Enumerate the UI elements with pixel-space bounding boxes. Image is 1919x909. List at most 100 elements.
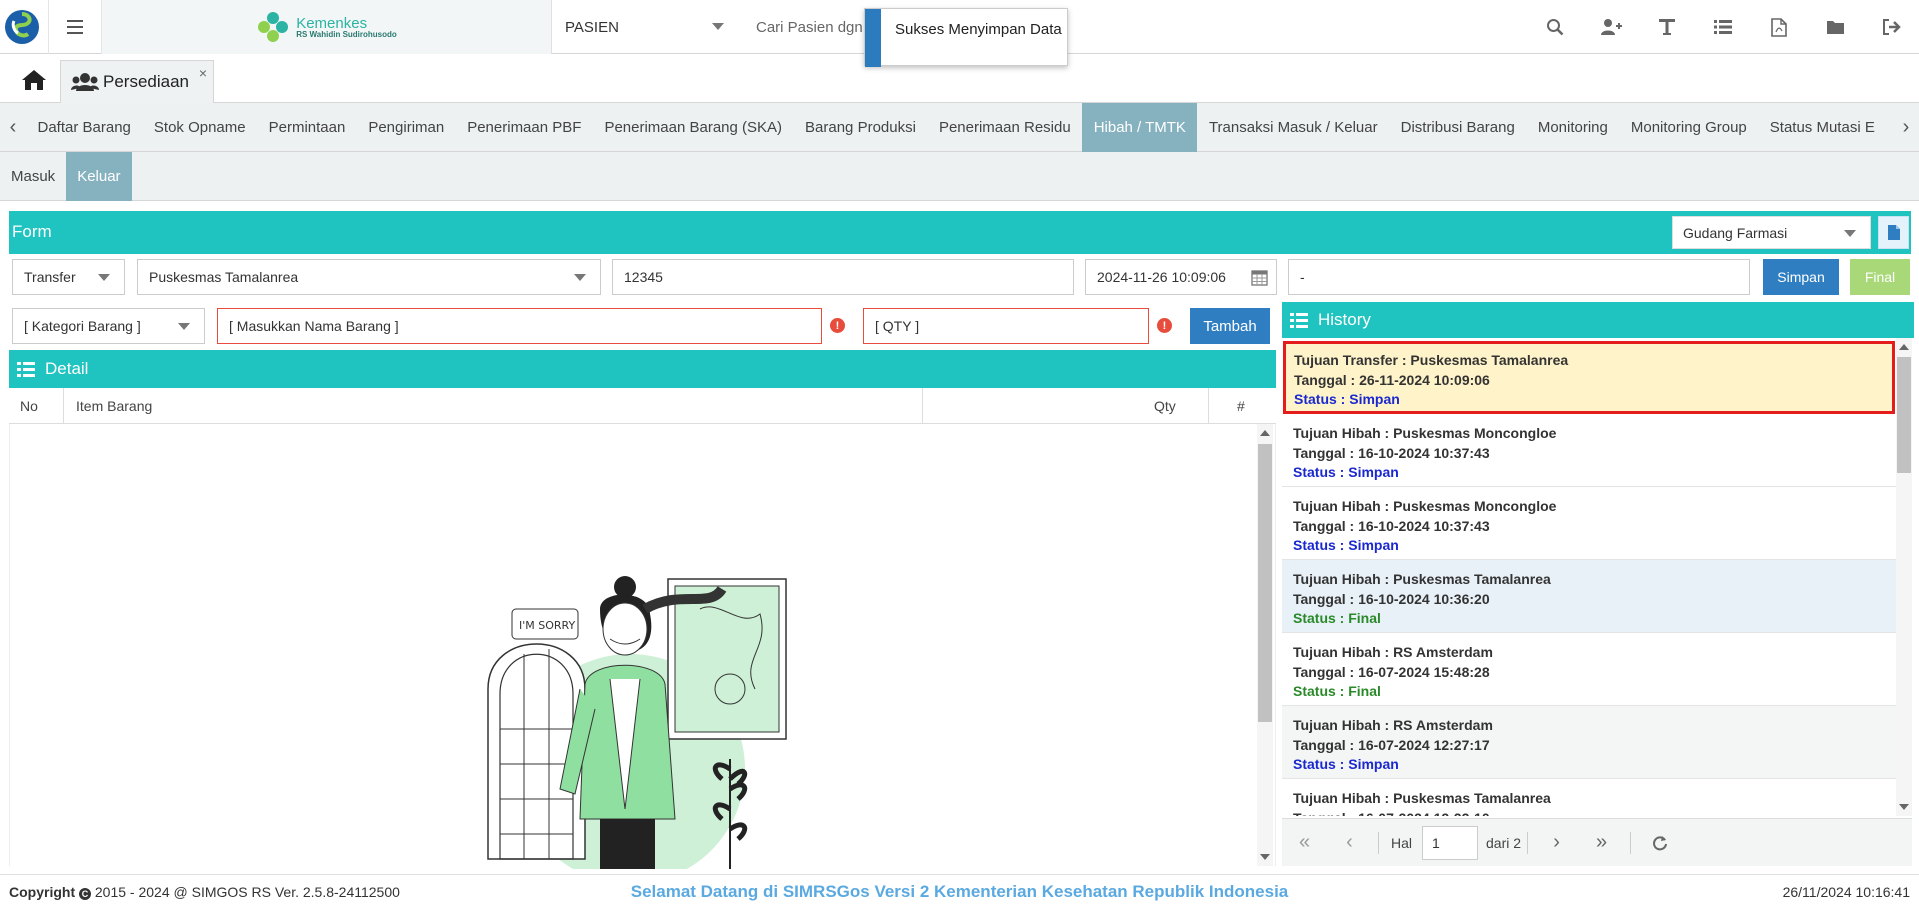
nav-item-barang-produksi[interactable]: Barang Produksi — [794, 103, 928, 152]
history-status: Status : Simpan — [1294, 391, 1400, 407]
detail-title: Detail — [45, 359, 89, 378]
form-header: Form Gudang Farmasi — [9, 211, 1911, 254]
gudang-select[interactable]: Gudang Farmasi — [1672, 216, 1871, 249]
nav-item-distribusi-barang[interactable]: Distribusi Barang — [1389, 103, 1526, 152]
history-item[interactable]: Tujuan Hibah : Puskesmas Tamalanrea Tangg… — [1282, 779, 1896, 816]
toast-message: Sukses Menyimpan Data — [895, 21, 1062, 38]
history-tujuan: Tujuan Hibah : RS Amsterdam — [1293, 717, 1493, 733]
sub-tabs: Masuk Keluar — [0, 152, 1919, 201]
keterangan-input[interactable]: - — [1288, 259, 1750, 295]
pasien-select[interactable]: PASIEN — [552, 0, 740, 54]
history-tujuan: Tujuan Hibah : Puskesmas Moncongloe — [1293, 425, 1557, 441]
copyright-label: Copyright — [9, 884, 76, 900]
chevron-down-icon — [1844, 230, 1856, 237]
scroll-up-icon[interactable] — [1899, 344, 1909, 350]
history-item[interactable]: Tujuan Hibah : Puskesmas Tamalanrea Tangg… — [1282, 560, 1896, 633]
history-item[interactable]: Tujuan Hibah : Puskesmas Moncongloe Tangg… — [1282, 414, 1896, 487]
history-tanggal: Tanggal : 16-07-2024 15:48:28 — [1293, 663, 1490, 680]
scroll-down-icon[interactable] — [1899, 804, 1909, 810]
refresh-icon[interactable] — [1637, 819, 1682, 867]
page-number-input[interactable]: 1 — [1422, 825, 1479, 860]
menu-toggle-button[interactable] — [48, 0, 102, 54]
history-tujuan: Tujuan Hibah : Puskesmas Moncongloe — [1293, 498, 1557, 514]
gudang-select-value: Gudang Farmasi — [1683, 224, 1788, 241]
history-tanggal: Tanggal : 16-10-2024 10:36:20 — [1293, 590, 1490, 607]
text-icon[interactable] — [1639, 0, 1695, 54]
home-button[interactable] — [12, 62, 56, 98]
next-page-icon[interactable]: › — [1534, 819, 1579, 867]
nav-scroll-left-icon[interactable]: ‹ — [0, 103, 26, 152]
list-icon[interactable] — [1695, 0, 1751, 54]
nav-item-stok-opname[interactable]: Stok Opname — [142, 103, 257, 152]
footer-datetime: 26/11/2024 10:16:41 — [1782, 884, 1910, 900]
first-page-icon[interactable]: « — [1282, 819, 1327, 867]
scroll-thumb[interactable] — [1258, 444, 1272, 722]
app-logo-icon[interactable] — [0, 4, 44, 50]
history-scrollbar[interactable] — [1896, 338, 1912, 816]
final-button[interactable]: Final — [1850, 259, 1910, 295]
nav-item-penerimaan-residu[interactable]: Penerimaan Residu — [927, 103, 1082, 152]
column-no: No — [20, 398, 38, 414]
history-item[interactable]: Tujuan Hibah : RS Amsterdam Tanggal : 16-… — [1282, 633, 1896, 706]
page-label: Hal — [1391, 834, 1413, 851]
add-user-icon[interactable] — [1583, 0, 1639, 54]
calendar-icon[interactable] — [1251, 269, 1268, 286]
history-tanggal: Tanggal : 16-07-2024 12:27:17 — [1293, 736, 1490, 753]
nav-item-status-mutasi-e[interactable]: Status Mutasi E — [1758, 103, 1886, 152]
nav-item-transaksi-masuk-keluar[interactable]: Transaksi Masuk / Keluar — [1197, 103, 1389, 152]
prev-page-icon[interactable]: ‹ — [1327, 819, 1372, 867]
tab-masuk[interactable]: Masuk — [0, 152, 66, 201]
nav-item-daftar-barang[interactable]: Daftar Barang — [26, 103, 142, 152]
detail-scrollbar[interactable] — [1257, 424, 1273, 866]
home-icon — [22, 70, 46, 90]
scroll-up-icon[interactable] — [1260, 430, 1270, 436]
page-total-label: dari 2 — [1486, 834, 1522, 851]
copyright: Copyright C 2015 - 2024 @ SIMGOS RS Ver.… — [9, 884, 400, 900]
main-nav: ‹ Daftar Barang Stok Opname Permintaan Peng… — [0, 103, 1919, 152]
tanggal-input[interactable]: 2024-11-26 10:09:06 — [1085, 259, 1277, 295]
chevron-down-icon — [178, 323, 190, 330]
nav-item-monitoring-group[interactable]: Monitoring Group — [1619, 103, 1758, 152]
nav-item-penerimaan-pbf[interactable]: Penerimaan PBF — [456, 103, 593, 152]
nav-item-pengiriman[interactable]: Pengiriman — [357, 103, 456, 152]
history-status: Status : Simpan — [1293, 537, 1399, 553]
search-icon[interactable] — [1527, 0, 1583, 54]
nav-scroll-right-icon[interactable]: › — [1893, 103, 1919, 152]
list-icon — [1290, 312, 1308, 328]
history-item[interactable]: Tujuan Hibah : Puskesmas Moncongloe Tangg… — [1282, 487, 1896, 560]
qty-input[interactable]: [ QTY ] — [863, 308, 1149, 344]
folder-icon[interactable] — [1807, 0, 1863, 54]
history-tanggal: Tanggal : 16-10-2024 10:37:43 — [1293, 517, 1490, 534]
new-document-button[interactable] — [1878, 216, 1909, 249]
nomor-input[interactable]: 12345 — [612, 259, 1074, 295]
version-text: 2015 - 2024 @ SIMGOS RS Ver. 2.5.8-24112… — [94, 884, 400, 900]
jenis-select[interactable]: Transfer — [12, 259, 125, 295]
nav-item-hibah-tmtk[interactable]: Hibah / TMTK — [1082, 103, 1198, 152]
users-icon — [71, 73, 99, 91]
chevron-down-icon — [98, 274, 110, 281]
nav-item-penerimaan-barang-ska[interactable]: Penerimaan Barang (SKA) — [593, 103, 794, 152]
pdf-icon[interactable] — [1751, 0, 1807, 54]
nav-item-monitoring[interactable]: Monitoring — [1526, 103, 1619, 152]
error-icon: ! — [1157, 318, 1172, 333]
tab-persediaan[interactable]: Persediaan × — [60, 60, 214, 103]
nav-item-permintaan[interactable]: Permintaan — [257, 103, 357, 152]
tambah-button[interactable]: Tambah — [1190, 308, 1270, 344]
simpan-button[interactable]: Simpan — [1763, 259, 1839, 295]
footer: Copyright C 2015 - 2024 @ SIMGOS RS Ver.… — [0, 874, 1919, 909]
history-item-selected[interactable]: Tujuan Transfer : Puskesmas Tamalanrea Ta… — [1283, 341, 1895, 414]
last-page-icon[interactable]: » — [1579, 819, 1624, 867]
history-item[interactable]: Tujuan Hibah : RS Amsterdam Tanggal : 16-… — [1282, 706, 1896, 779]
history-status: Status : Simpan — [1293, 464, 1399, 480]
scroll-thumb[interactable] — [1897, 357, 1911, 473]
detail-header: Detail — [9, 350, 1276, 388]
tujuan-select[interactable]: Puskesmas Tamalanrea — [137, 259, 601, 295]
scroll-down-icon[interactable] — [1260, 854, 1270, 860]
kategori-barang-select[interactable]: [ Kategori Barang ] — [12, 308, 205, 344]
close-icon[interactable]: × — [199, 65, 207, 81]
tab-keluar[interactable]: Keluar — [66, 152, 132, 201]
logout-icon[interactable] — [1863, 0, 1919, 54]
nama-barang-input[interactable]: [ Masukkan Nama Barang ] — [217, 308, 822, 344]
history-list: Tujuan Transfer : Puskesmas Tamalanrea Ta… — [1282, 338, 1896, 816]
kemenkes-title: Kemenkes — [296, 14, 368, 32]
